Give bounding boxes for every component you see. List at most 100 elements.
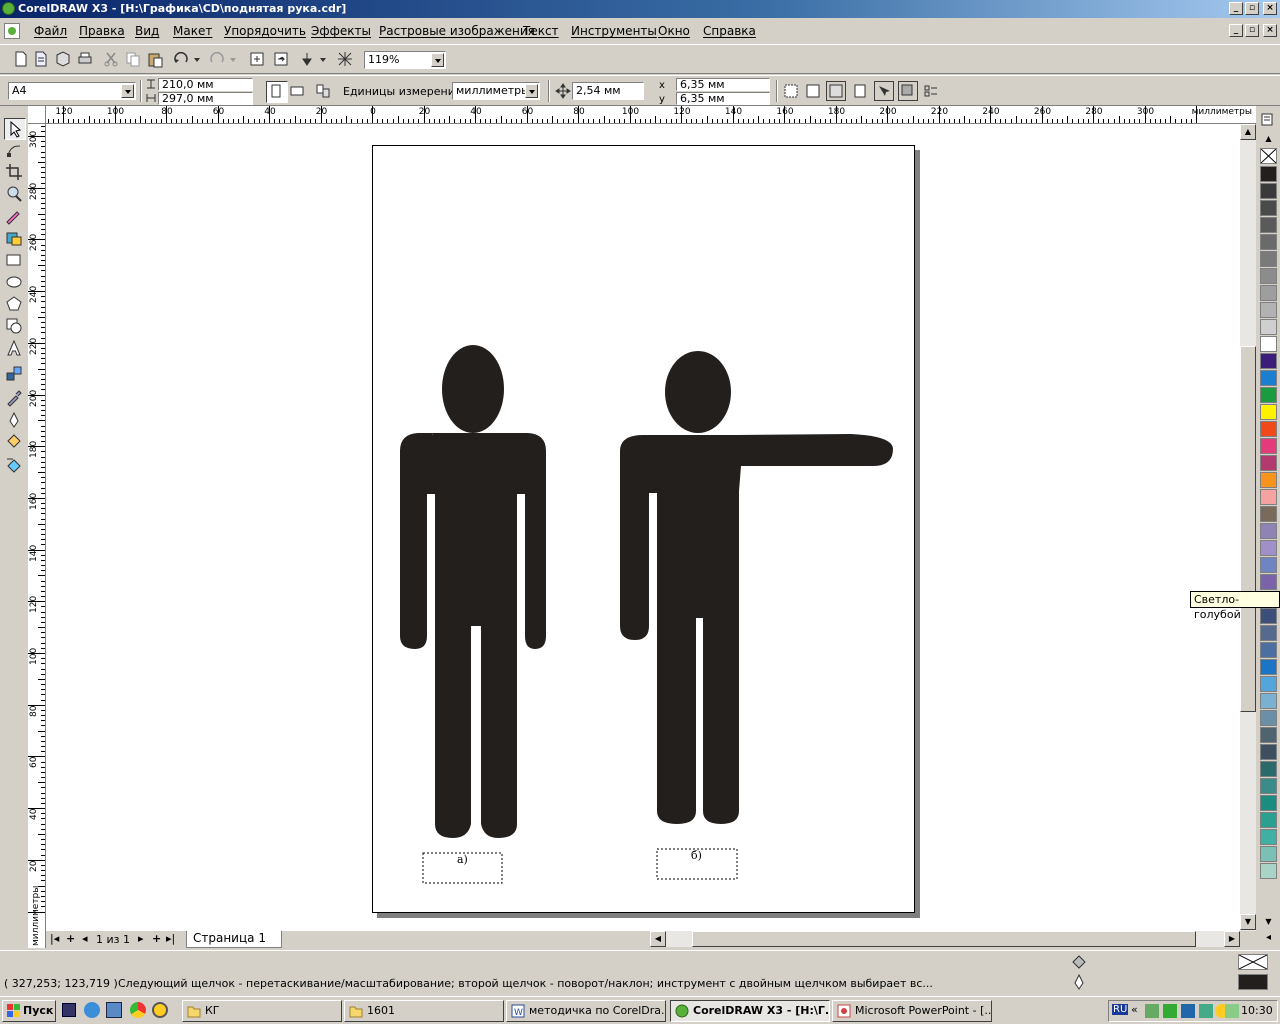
figure-pointing[interactable]: [620, 351, 893, 824]
color-swatch[interactable]: [1260, 404, 1277, 420]
color-swatch[interactable]: [1260, 285, 1277, 301]
color-swatch[interactable]: [1260, 574, 1277, 590]
task-coreldraw[interactable]: CorelDRAW X3 - [H:\Г...: [670, 1000, 830, 1022]
tab-page-1[interactable]: Страница 1: [186, 931, 282, 948]
page-layout-icon[interactable]: [314, 82, 332, 100]
undo-icon[interactable]: [172, 50, 190, 68]
landscape-button[interactable]: [288, 82, 306, 100]
color-swatch[interactable]: [1260, 744, 1277, 760]
navigator-corner[interactable]: [1240, 931, 1256, 947]
add-page-after-button[interactable]: +: [152, 932, 161, 945]
scroll-left-button[interactable]: ◀: [650, 931, 666, 947]
color-swatch[interactable]: [1260, 608, 1277, 624]
basic-shapes-tool-icon[interactable]: [4, 316, 24, 336]
language-indicator[interactable]: RU: [1112, 1004, 1129, 1015]
fill-indicator-icon[interactable]: [1070, 953, 1088, 971]
color-swatch[interactable]: [1260, 523, 1277, 539]
add-page-before-button[interactable]: +: [66, 932, 75, 945]
color-swatch[interactable]: [1260, 200, 1277, 216]
horizontal-scroll-thumb[interactable]: [692, 931, 1196, 947]
options-icon[interactable]: [922, 82, 940, 100]
menu-bitmaps[interactable]: Растровые изображения: [379, 24, 535, 38]
tray-extra-icon[interactable]: [1225, 1004, 1239, 1018]
menu-tools[interactable]: Инструменты: [571, 24, 657, 38]
color-swatch[interactable]: [1260, 353, 1277, 369]
polygon-tool-icon[interactable]: [4, 294, 24, 314]
scroll-up-button[interactable]: ▲: [1240, 124, 1256, 140]
ellipse-tool-icon[interactable]: [4, 272, 24, 292]
task-word-doc[interactable]: Wметодичка по CorelDra...: [506, 1000, 666, 1022]
chevron-down-icon[interactable]: [121, 84, 134, 98]
color-swatch[interactable]: [1260, 489, 1277, 505]
outline-tool-icon[interactable]: [4, 410, 24, 430]
menu-edit[interactable]: Правка: [79, 24, 125, 38]
zoom-tool-icon[interactable]: [4, 184, 24, 204]
color-swatch[interactable]: [1260, 438, 1277, 454]
fill-none-swatch[interactable]: [1238, 954, 1268, 970]
color-swatch[interactable]: [1260, 166, 1277, 182]
start-button[interactable]: Пуск: [2, 1000, 56, 1022]
last-page-button[interactable]: ▸|: [166, 932, 175, 945]
outline-color-swatch[interactable]: [1238, 974, 1268, 990]
palette-expand-button[interactable]: ◂: [1260, 932, 1277, 948]
palette-scroll-down[interactable]: ▼: [1260, 917, 1277, 927]
paste-icon[interactable]: [146, 50, 164, 68]
chevron-down-icon[interactable]: [525, 84, 538, 98]
color-swatch[interactable]: [1260, 540, 1277, 556]
color-swatch[interactable]: [1260, 183, 1277, 199]
draw-objects-icon[interactable]: [898, 81, 918, 101]
smart-fill-tool-icon[interactable]: [4, 228, 24, 248]
color-swatch[interactable]: [1260, 829, 1277, 845]
color-swatch[interactable]: [1260, 387, 1277, 403]
color-swatch[interactable]: [1260, 795, 1277, 811]
export-icon[interactable]: [272, 50, 290, 68]
vertical-scrollbar[interactable]: ▲ ▼: [1240, 124, 1256, 932]
horizontal-ruler[interactable]: 120 100 80 60 40 20 0 20 40 60 80 100 120 140 160 180 20…: [46, 106, 1256, 124]
menu-layout[interactable]: Макет: [173, 24, 212, 38]
task-powerpoint[interactable]: Microsoft PowerPoint - [...: [832, 1000, 992, 1022]
ie-quicklaunch-icon[interactable]: [84, 1002, 100, 1018]
explorer-quicklaunch-icon[interactable]: [106, 1002, 122, 1018]
menu-arrange[interactable]: Упорядочить: [224, 24, 306, 38]
print-icon[interactable]: [76, 50, 94, 68]
task-kg[interactable]: КГ: [182, 1000, 342, 1022]
vertical-scroll-thumb[interactable]: [1240, 346, 1256, 712]
redo-icon[interactable]: [208, 50, 226, 68]
undo-dropdown-icon[interactable]: [192, 50, 202, 68]
tray-utility-icon[interactable]: [1199, 1004, 1213, 1018]
close-button[interactable]: ×: [1263, 2, 1277, 15]
chrome-quicklaunch-icon[interactable]: [130, 1002, 146, 1018]
color-swatch[interactable]: [1260, 761, 1277, 777]
interactive-fill-tool-icon[interactable]: [4, 454, 24, 474]
menu-view[interactable]: Вид: [135, 24, 159, 38]
all-pages-icon[interactable]: [782, 82, 800, 100]
first-page-button[interactable]: |◂: [50, 932, 59, 945]
document-icon[interactable]: [4, 23, 20, 39]
menu-help[interactable]: Справка: [703, 24, 756, 38]
pick-tool-icon[interactable]: [4, 118, 26, 140]
cut-icon[interactable]: [102, 50, 120, 68]
new-icon[interactable]: [12, 50, 30, 68]
color-swatch[interactable]: [1260, 727, 1277, 743]
doc-close-button[interactable]: ×: [1263, 24, 1277, 37]
units-select[interactable]: миллиметры: [452, 82, 540, 100]
color-swatch[interactable]: [1260, 557, 1277, 573]
page-height-field[interactable]: 297,0 мм: [158, 92, 253, 105]
no-color-swatch[interactable]: [1260, 148, 1277, 164]
restore-button[interactable]: ▫: [1245, 2, 1259, 15]
network-icon[interactable]: [1181, 1004, 1195, 1018]
color-swatch[interactable]: [1260, 455, 1277, 471]
menu-window[interactable]: Окно: [658, 24, 690, 38]
copy-icon[interactable]: [124, 50, 142, 68]
antivirus-icon[interactable]: [1163, 1004, 1177, 1018]
minimize-button[interactable]: _: [1229, 2, 1243, 15]
eyedropper-tool-icon[interactable]: [4, 388, 24, 408]
text-tool-icon[interactable]: [4, 338, 24, 358]
duplicate-y-field[interactable]: 6,35 мм: [676, 92, 770, 105]
menu-file[interactable]: Файл: [34, 24, 67, 38]
color-swatch[interactable]: [1260, 642, 1277, 658]
previous-page-button[interactable]: ◂: [82, 932, 88, 945]
color-swatch[interactable]: [1260, 472, 1277, 488]
portrait-button[interactable]: [266, 81, 288, 103]
units-snap-icon[interactable]: [850, 82, 868, 100]
